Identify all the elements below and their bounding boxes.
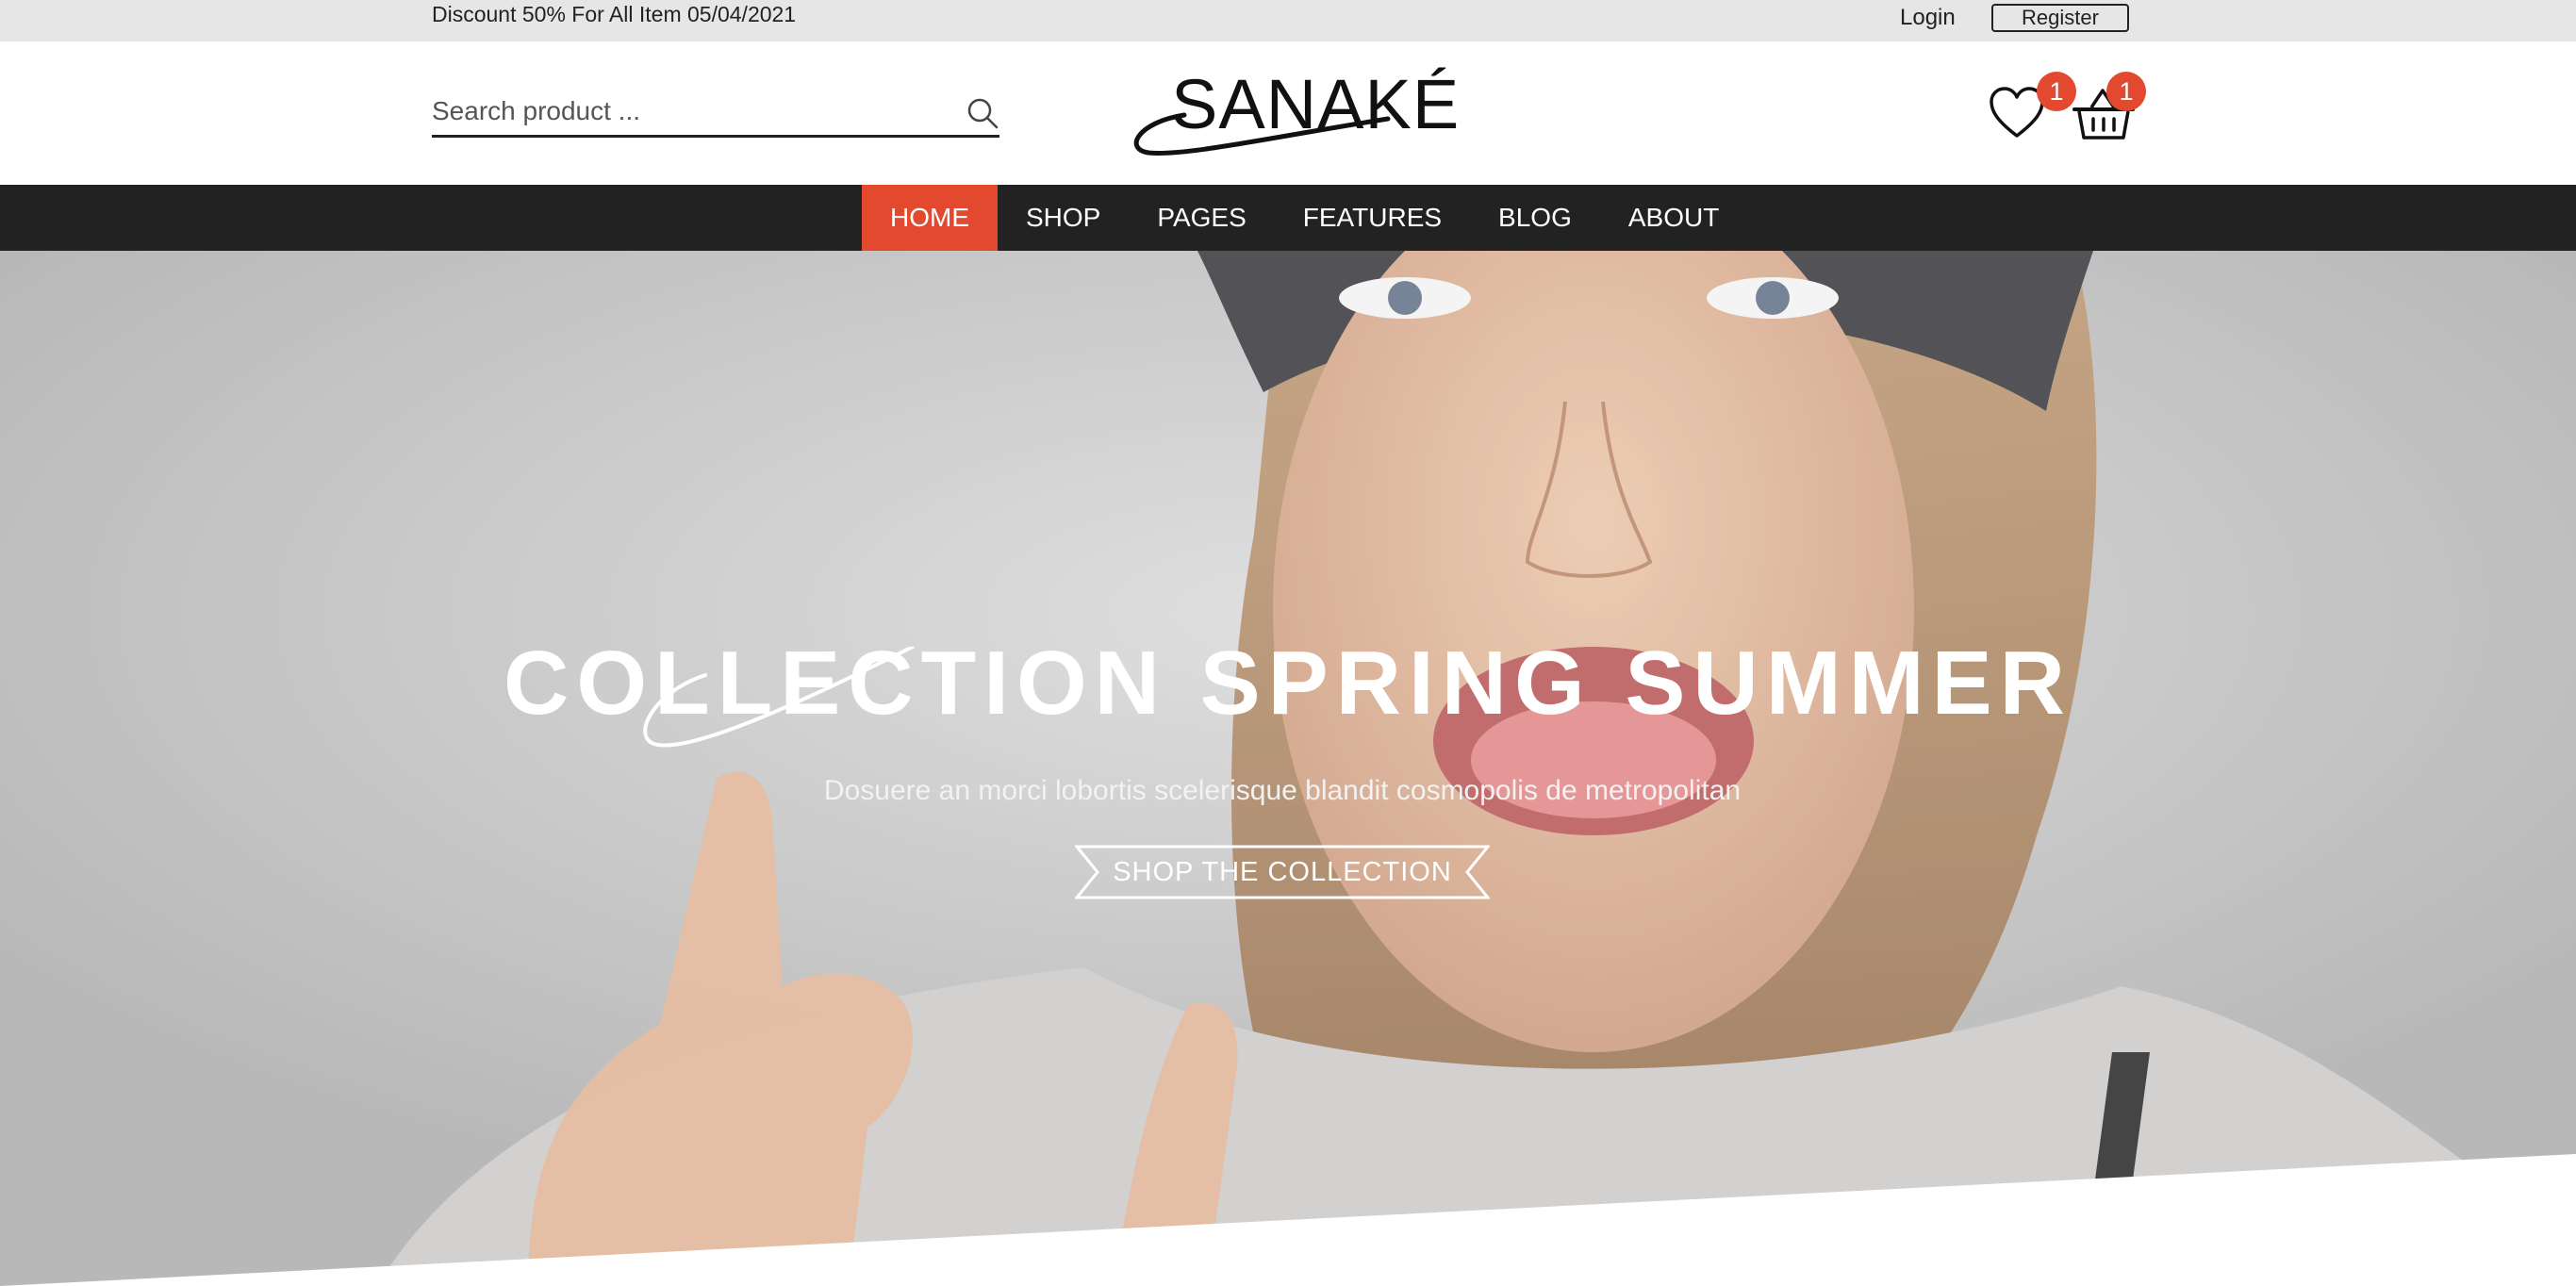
main-nav: HOME SHOP PAGES FEATURES BLOG ABOUT: [0, 185, 2576, 251]
login-link[interactable]: Login: [1900, 5, 1956, 31]
brand-logo[interactable]: SANAKÉ: [1128, 64, 1459, 168]
hero-banner: COLLECTION SPRING SUMMER Dosuere an morc…: [0, 251, 2576, 1286]
shop-collection-button[interactable]: SHOP THE COLLECTION: [1075, 845, 1490, 899]
search-icon[interactable]: [966, 96, 999, 130]
cart-button[interactable]: 1: [2071, 72, 2146, 143]
nav-item-about[interactable]: ABOUT: [1600, 185, 1747, 251]
nav-item-blog[interactable]: BLOG: [1470, 185, 1600, 251]
register-button[interactable]: Register: [1991, 4, 2129, 32]
hero-photo: [0, 251, 2576, 1286]
nav-item-home[interactable]: HOME: [862, 185, 998, 251]
logo-swoosh-icon: [1133, 112, 1391, 156]
search-box: [432, 87, 999, 138]
hero-subtitle: Dosuere an morci lobortis scelerisque bl…: [823, 775, 1742, 806]
cart-count-badge: 1: [2106, 72, 2146, 111]
nav-item-shop[interactable]: SHOP: [998, 185, 1129, 251]
site-header: SANAKÉ 1 1: [0, 41, 2576, 185]
hero-title: COLLECTION SPRING SUMMER: [503, 633, 2072, 734]
nav-menu: HOME SHOP PAGES FEATURES BLOG ABOUT: [862, 185, 1747, 251]
shop-collection-label: SHOP THE COLLECTION: [1113, 857, 1452, 887]
search-input[interactable]: [432, 87, 941, 136]
nav-item-pages[interactable]: PAGES: [1129, 185, 1274, 251]
promo-text: Discount 50% For All Item 05/04/2021: [432, 2, 797, 26]
top-bar: Discount 50% For All Item 05/04/2021 Log…: [0, 0, 2576, 41]
nav-item-features[interactable]: FEATURES: [1275, 185, 1470, 251]
page: Discount 50% For All Item 05/04/2021 Log…: [0, 0, 2576, 1286]
wishlist-button[interactable]: 1: [1988, 72, 2076, 143]
